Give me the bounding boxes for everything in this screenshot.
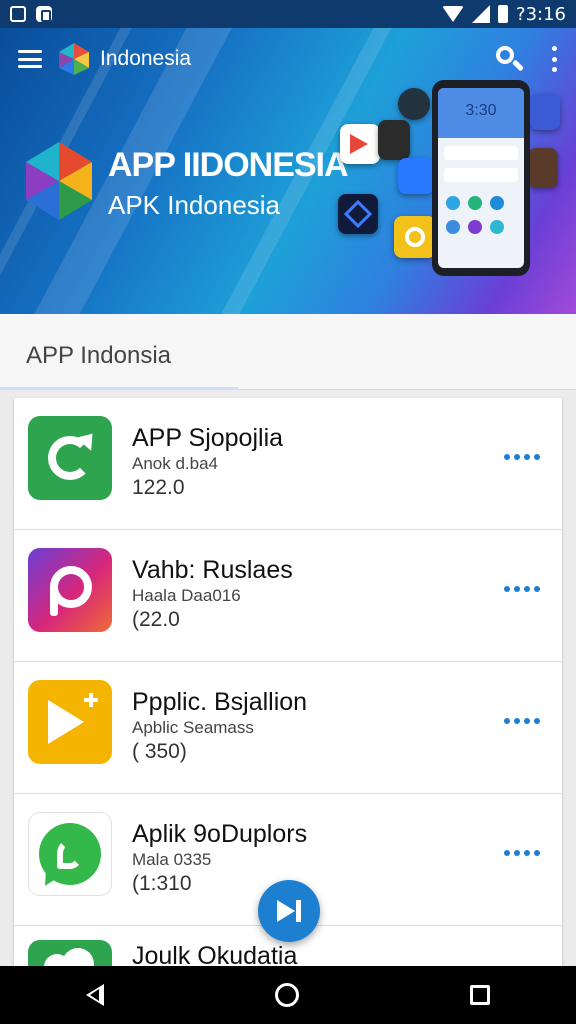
- floating-app-tile: [340, 124, 380, 164]
- phone-clock: 3:30: [465, 102, 497, 119]
- system-nav-bar: [0, 966, 576, 1024]
- play-plus-icon: [28, 680, 112, 764]
- whatsapp-icon: [28, 812, 112, 896]
- app-developer: Anok d.ba4: [132, 454, 219, 473]
- skip-next-icon: [277, 900, 301, 922]
- app-developer: Haala Daa016: [132, 586, 241, 605]
- floating-app-tile: [338, 194, 378, 234]
- hero-banner: Indonesia APP IIDONESIA APK Indonesia 3:…: [0, 28, 576, 314]
- section-header: APP Indonsia: [0, 314, 576, 390]
- app-name: APP Sjopojlia: [132, 424, 284, 452]
- floating-app-tile: [378, 120, 410, 160]
- section-tab-indicator: [0, 387, 238, 390]
- app-name: Joulk Okudatia: [132, 942, 298, 966]
- app-name: Aplik 9oDuplors: [132, 820, 308, 848]
- list-item[interactable]: Vahb: Ruslaes Haala Daa016 (22.0: [14, 530, 562, 662]
- cloud-icon: [28, 940, 112, 966]
- play-next-button[interactable]: [258, 880, 320, 942]
- app-name: Ppplic. Bsjallion: [132, 688, 308, 716]
- section-title: APP Indonsia: [26, 342, 171, 369]
- brand-logo-icon: [26, 142, 92, 220]
- app-developer: Mala 0335: [132, 850, 212, 869]
- app-version: 122.0: [132, 476, 185, 499]
- wifi-icon: [442, 6, 465, 22]
- floating-app-tile: [530, 94, 560, 130]
- more-options-icon[interactable]: [504, 718, 540, 724]
- app-title: Indonesia: [100, 47, 192, 70]
- app-logo-icon: [59, 43, 89, 75]
- app-version: (22.0: [132, 608, 180, 631]
- banner-subtitle: APK Indonesia: [108, 190, 281, 220]
- app-notification-icon: [36, 6, 52, 22]
- floating-app-tile: [528, 148, 558, 188]
- list-item[interactable]: APP Sjopojlia Anok d.ba4 122.0: [14, 398, 562, 530]
- status-time: ?3:16: [516, 3, 566, 25]
- signal-icon: [472, 5, 491, 23]
- image-notification-icon: [10, 6, 26, 22]
- more-options-icon[interactable]: [504, 586, 540, 592]
- search-icon[interactable]: [494, 44, 525, 74]
- refresh-icon: [28, 416, 112, 500]
- app-developer: Apblic Seamass: [132, 718, 254, 737]
- app-version: (1:310: [132, 872, 192, 895]
- list-item[interactable]: Ppplic. Bsjallion Apblic Seamass ( 350): [14, 662, 562, 794]
- status-bar: ?3:16: [0, 0, 576, 28]
- phone-illustration: 3:30: [432, 80, 530, 276]
- app-version: ( 350): [132, 740, 187, 763]
- banner-title: APP IIDONESIA: [108, 146, 349, 184]
- overflow-menu-icon[interactable]: [550, 46, 558, 72]
- camera-p-icon: [28, 548, 112, 632]
- menu-icon[interactable]: [18, 50, 42, 68]
- battery-icon: [498, 5, 509, 23]
- recents-icon[interactable]: [470, 985, 491, 1005]
- more-options-icon[interactable]: [504, 850, 540, 856]
- home-icon[interactable]: [274, 983, 299, 1007]
- app-name: Vahb: Ruslaes: [132, 556, 293, 584]
- floating-app-tile: [394, 216, 436, 258]
- back-icon[interactable]: [85, 984, 104, 1006]
- floating-app-tile: [398, 88, 430, 120]
- floating-app-tile: [398, 158, 434, 194]
- more-options-icon[interactable]: [504, 454, 540, 460]
